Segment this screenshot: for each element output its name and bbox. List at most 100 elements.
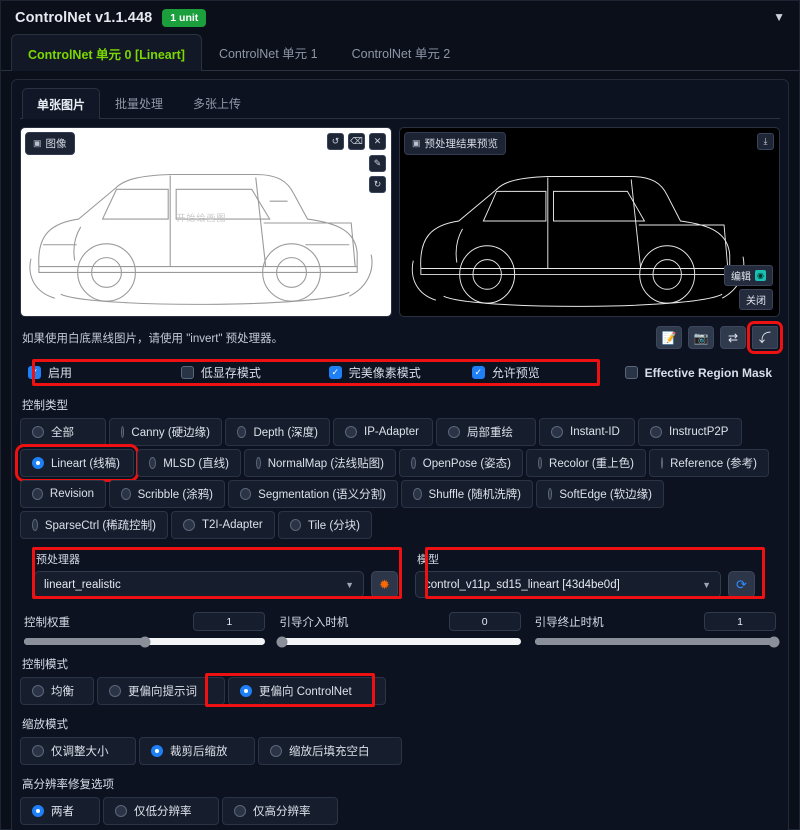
tab-multi-upload[interactable]: 多张上传: [178, 87, 256, 118]
radio-label: Depth (深度): [253, 427, 318, 439]
pixel-perfect-checkbox[interactable]: ✓ 完美像素模式: [328, 364, 472, 381]
radio-label: OpenPose (姿态): [422, 458, 511, 470]
control-type-instant-id[interactable]: Instant-ID: [539, 418, 635, 446]
tab-batch-process[interactable]: 批量处理: [100, 87, 178, 118]
run-preprocessor-button[interactable]: ✹: [371, 571, 398, 598]
tab-controlnet-unit-0[interactable]: ControlNet 单元 0 [Lineart]: [11, 34, 202, 71]
slider-track[interactable]: [276, 636, 521, 647]
close-icon[interactable]: ✕: [369, 133, 386, 150]
control-type-openpose-姿态[interactable]: OpenPose (姿态): [399, 449, 523, 477]
model-select[interactable]: control_v11p_sd15_lineart [43d4be0d] ▼: [415, 571, 721, 598]
tab-controlnet-unit-2[interactable]: ControlNet 单元 2: [335, 33, 468, 70]
control-type-ip-adapter[interactable]: IP-Adapter: [333, 418, 433, 446]
control-type-t2i-adapter[interactable]: T2I-Adapter: [171, 511, 275, 539]
icon-glyph: ⇄: [727, 330, 739, 345]
icon-glyph: 📷: [693, 330, 709, 345]
slider-track[interactable]: [24, 636, 266, 647]
radio-label: 仅低分辨率: [134, 806, 192, 818]
camera-icon[interactable]: 📷: [688, 326, 714, 349]
slider-value[interactable]: 1: [703, 612, 776, 631]
control-mode-title: 控制模式: [22, 659, 68, 671]
edit-preview-button[interactable]: 编辑 ◉: [724, 265, 773, 286]
slider-value[interactable]: 0: [448, 612, 521, 631]
radio-dot: [240, 488, 252, 500]
preprocessor-preview-canvas[interactable]: ▣ 预处理结果预览 ⤓ 编辑 ◉ 关闭: [399, 127, 780, 317]
download-icon[interactable]: ⤓: [757, 133, 774, 150]
control-type-canny-硬边缘[interactable]: Canny (硬边缘): [109, 418, 222, 446]
control-type-segmentation-语义分割[interactable]: Segmentation (语义分割): [228, 480, 398, 508]
radio-dot: [538, 457, 543, 469]
control-mode-更偏向-controlnet[interactable]: 更偏向 ControlNet: [228, 677, 386, 705]
refresh-models-button[interactable]: ⟳: [728, 571, 755, 598]
model-label: 模型: [417, 554, 439, 566]
control-type-revision[interactable]: Revision: [20, 480, 106, 508]
note-edit-icon[interactable]: 📝: [656, 326, 682, 349]
sub-tab-label: 批量处理: [115, 97, 164, 111]
resize-mode-options: 仅调整大小 裁剪后缩放 缩放后填充空白: [20, 737, 780, 765]
download-button[interactable]: ⤓: [757, 133, 774, 150]
hires-option-两者[interactable]: 两者: [20, 797, 100, 825]
control-type-tile-分块[interactable]: Tile (分块): [278, 511, 372, 539]
icon-glyph: 📝: [661, 330, 677, 345]
control-type-depth-深度[interactable]: Depth (深度): [225, 418, 330, 446]
effective-region-mask-checkbox[interactable]: Effective Region Mask: [624, 366, 772, 380]
control-type-softedge-软边缘[interactable]: SoftEdge (软边缘): [536, 480, 664, 508]
radio-label: 均衡: [51, 686, 74, 698]
pen-icon[interactable]: ✎: [369, 155, 386, 172]
undo-icon[interactable]: ↺: [327, 133, 344, 150]
resize-mode-title: 缩放模式: [22, 719, 68, 731]
slider-label: 控制权重: [24, 616, 70, 629]
control-type-lineart-线稿[interactable]: Lineart (线稿): [15, 444, 139, 482]
tab-single-image[interactable]: 单张图片: [22, 88, 101, 119]
control-type-normalmap-法线贴图[interactable]: NormalMap (法线贴图): [244, 449, 396, 477]
control-type-mlsd-直线[interactable]: MLSD (直线): [137, 449, 241, 477]
control-type-全部[interactable]: 全部: [20, 418, 106, 446]
preprocessor-select[interactable]: lineart_realistic ▼: [34, 571, 364, 598]
guidance-start-slider[interactable]: 引导介入时机 0: [276, 612, 521, 647]
guidance-end-slider[interactable]: 引导终止时机 1: [534, 612, 780, 647]
control-weight-slider[interactable]: 控制权重 1: [24, 612, 266, 647]
arrow-resize-icon[interactable]: ⤵: [747, 321, 783, 354]
preprocessor-model-row: 预处理器 lineart_realistic ▼ ✹ 模型 control_v1…: [20, 547, 780, 599]
control-type-scribble-涂鸦[interactable]: Scribble (涂鸦): [109, 480, 225, 508]
control-type-instructp2p[interactable]: InstructP2P: [638, 418, 742, 446]
control-type-reference-参考[interactable]: Reference (参考): [649, 449, 769, 477]
resize-mode-缩放后填充空白[interactable]: 缩放后填充空白: [258, 737, 402, 765]
slider-track[interactable]: [534, 636, 780, 647]
preprocessor-label: 预处理器: [36, 554, 80, 566]
chevron-down-icon: ▼: [702, 579, 711, 590]
model-value: control_v11p_sd15_lineart [43d4be0d]: [425, 578, 620, 591]
radio-label: Recolor (重上色): [549, 458, 634, 470]
control-mode-均衡[interactable]: 均衡: [20, 677, 94, 705]
radio-label: 局部重绘: [467, 427, 513, 439]
allow-preview-checkbox[interactable]: ✓ 允许预览: [471, 364, 625, 381]
input-image-canvas[interactable]: ▣ 图像 开始绘画图 ↺ ⌫ ✕ ✎ ↻: [20, 127, 392, 317]
slider-knob[interactable]: [276, 636, 288, 647]
resize-mode-仅调整大小[interactable]: 仅调整大小: [20, 737, 136, 765]
low-vram-checkbox[interactable]: 低显存模式: [180, 364, 329, 381]
reset-icon[interactable]: ↻: [369, 176, 386, 193]
preprocessor-value: lineart_realistic: [44, 578, 121, 591]
tab-controlnet-unit-1[interactable]: ControlNet 单元 1: [202, 33, 335, 70]
eraser-icon[interactable]: ⌫: [348, 133, 365, 150]
slider-knob[interactable]: [768, 636, 780, 647]
radio-label: Reference (参考): [670, 458, 757, 470]
slider-value[interactable]: 1: [193, 612, 266, 631]
enable-checkbox[interactable]: ✓ 启用: [28, 364, 181, 381]
slider-knob[interactable]: [139, 636, 151, 647]
control-mode-更偏向提示词[interactable]: 更偏向提示词: [97, 677, 225, 705]
close-preview-button[interactable]: 关闭: [739, 289, 773, 310]
control-type-recolor-重上色[interactable]: Recolor (重上色): [526, 449, 646, 477]
swap-arrows-icon[interactable]: ⇄: [720, 326, 746, 349]
control-type-sparsectrl-稀疏控制[interactable]: SparseCtrl (稀疏控制): [20, 511, 168, 539]
radio-label: 两者: [51, 806, 74, 818]
control-type-shuffle-随机洗牌[interactable]: Shuffle (随机洗牌): [401, 480, 533, 508]
radio-dot: [183, 519, 195, 531]
hires-option-仅低分辨率[interactable]: 仅低分辨率: [103, 797, 219, 825]
edit-label: 编辑: [731, 272, 751, 283]
hires-option-仅高分辨率[interactable]: 仅高分辨率: [222, 797, 338, 825]
control-type-局部重绘[interactable]: 局部重绘: [436, 418, 536, 446]
chevron-down-icon[interactable]: ▼: [773, 11, 785, 23]
resize-mode-裁剪后缩放[interactable]: 裁剪后缩放: [139, 737, 255, 765]
control-type-title: 控制类型: [22, 400, 68, 412]
